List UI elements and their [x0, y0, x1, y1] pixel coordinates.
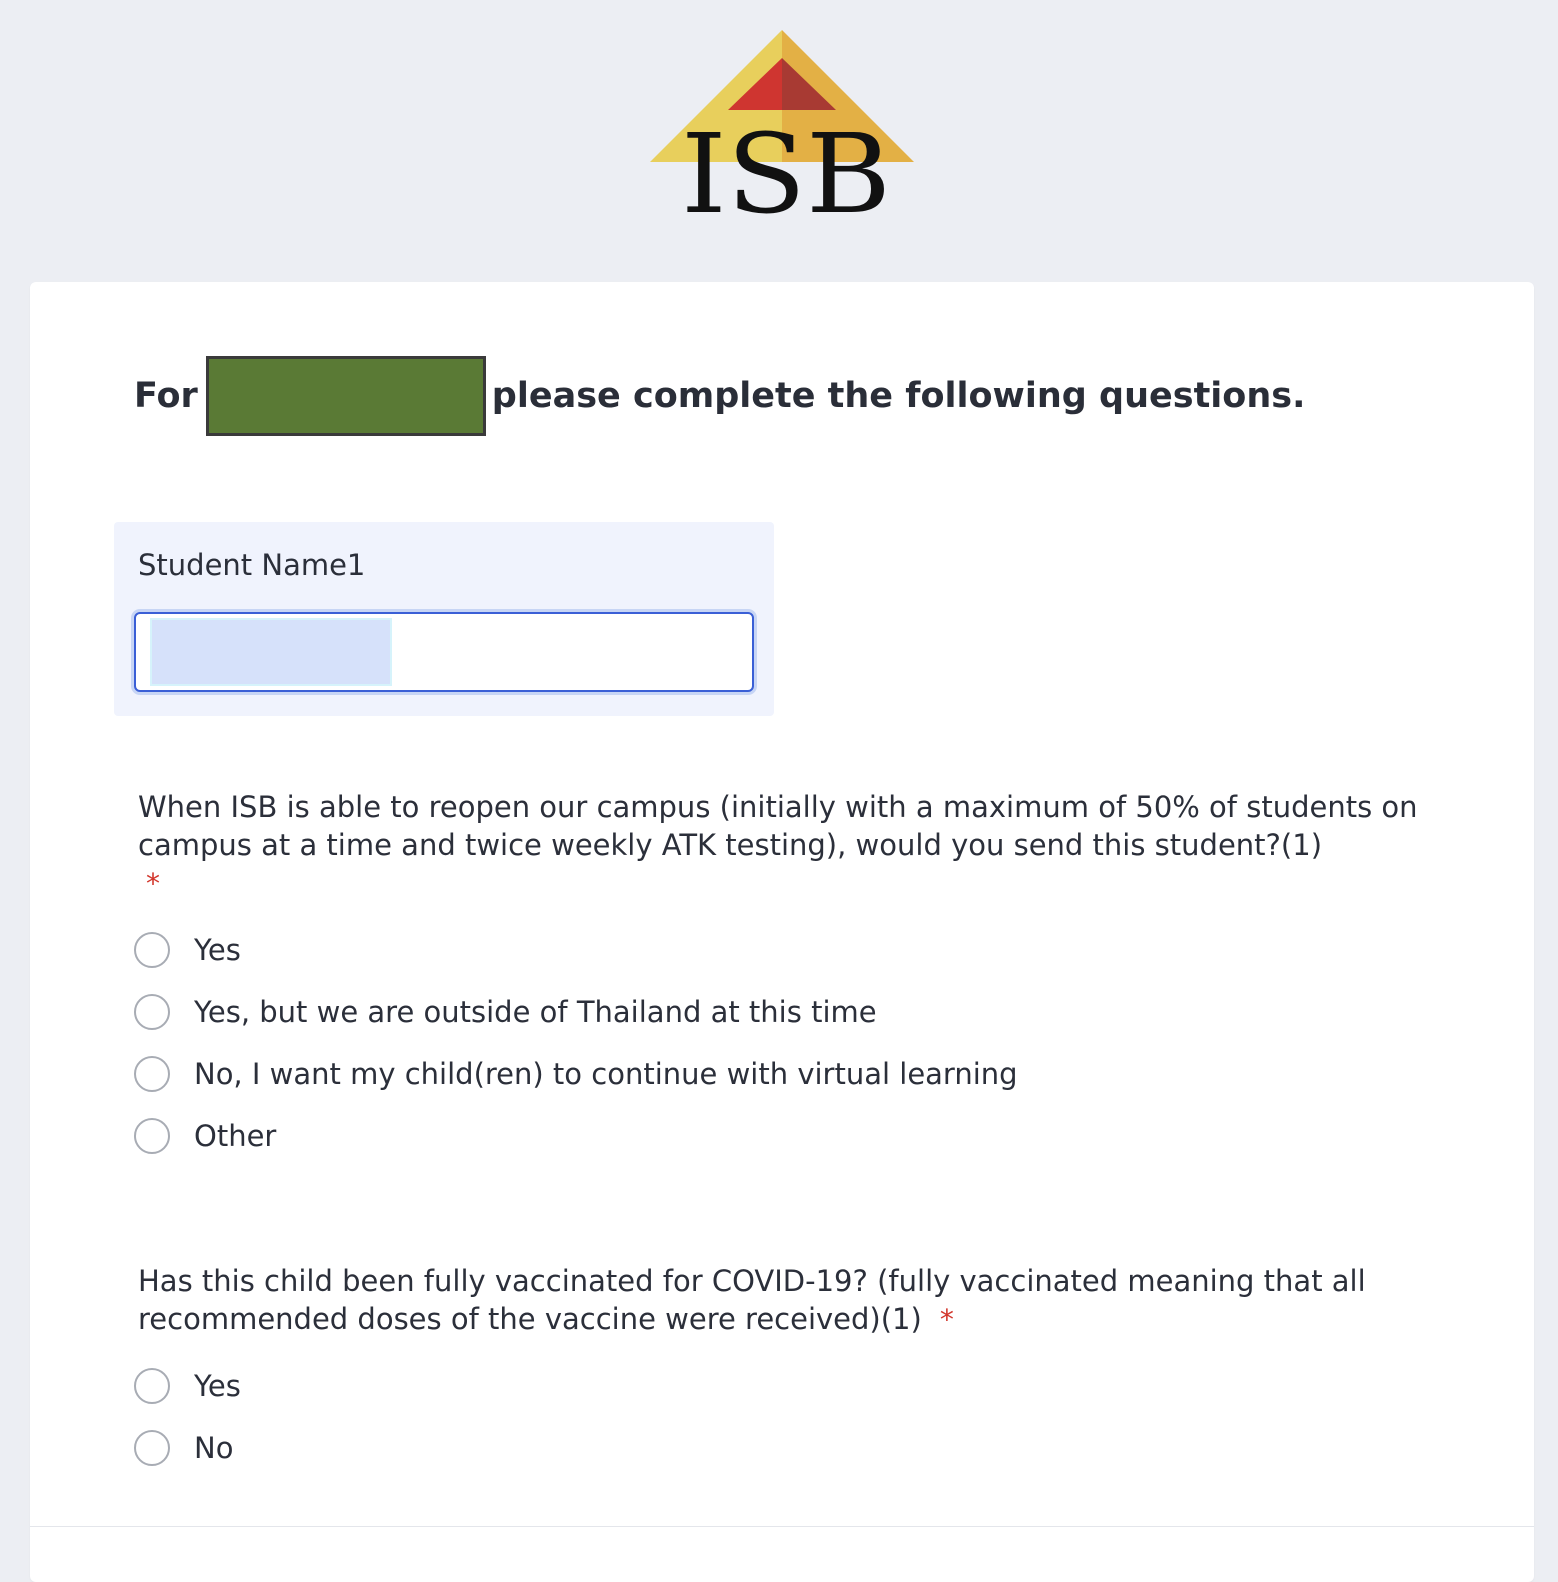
radio-circle[interactable]	[134, 1368, 170, 1404]
radio-circle[interactable]	[134, 932, 170, 968]
heading-suffix: please complete the following questions.	[491, 376, 1306, 416]
radio-option-q1-yes-outside-thailand[interactable]: Yes, but we are outside of Thailand at t…	[134, 992, 877, 1032]
radio-circle[interactable]	[134, 1118, 170, 1154]
question-vaccination-text: Has this child been fully vaccinated for…	[138, 1264, 1366, 1336]
required-asterisk: *	[146, 867, 160, 900]
radio-option-q1-no-virtual[interactable]: No, I want my child(ren) to continue wit…	[134, 1054, 1018, 1094]
heading-prefix: For	[134, 376, 198, 416]
required-asterisk: *	[939, 1303, 954, 1336]
question-vaccination: Has this child been fully vaccinated for…	[138, 1262, 1438, 1339]
student-name-field-group: Student Name1	[114, 522, 774, 716]
radio-option-q1-other[interactable]: Other	[134, 1116, 276, 1156]
form-card: For please complete the following questi…	[30, 282, 1534, 1582]
radio-option-q2-no[interactable]: No	[134, 1428, 233, 1468]
student-name-input[interactable]	[134, 612, 754, 692]
option-label: Yes, but we are outside of Thailand at t…	[194, 995, 877, 1029]
radio-option-q1-yes[interactable]: Yes	[134, 930, 241, 970]
option-label: Other	[194, 1119, 277, 1153]
student-name-label: Student Name1	[138, 548, 366, 582]
logo-text: ISB	[681, 110, 891, 224]
form-heading: For please complete the following questi…	[134, 352, 1305, 440]
radio-circle[interactable]	[134, 994, 170, 1030]
option-label: No, I want my child(ren) to continue wit…	[194, 1057, 1018, 1091]
isb-logo: ISB	[640, 24, 930, 238]
radio-circle[interactable]	[134, 1056, 170, 1092]
option-label: Yes	[194, 933, 241, 967]
card-divider	[30, 1526, 1534, 1527]
student-name-input-redacted-value	[150, 618, 392, 686]
isb-logo-graphic: ISB	[650, 30, 914, 238]
option-label: No	[194, 1431, 234, 1465]
question-reopen-campus: When ISB is able to reopen our campus (i…	[138, 788, 1438, 903]
radio-option-q2-yes[interactable]: Yes	[134, 1366, 241, 1406]
option-label: Yes	[194, 1369, 241, 1403]
redacted-name-block	[205, 356, 486, 436]
radio-circle[interactable]	[134, 1430, 170, 1466]
question-reopen-text: When ISB is able to reopen our campus (i…	[138, 790, 1418, 862]
